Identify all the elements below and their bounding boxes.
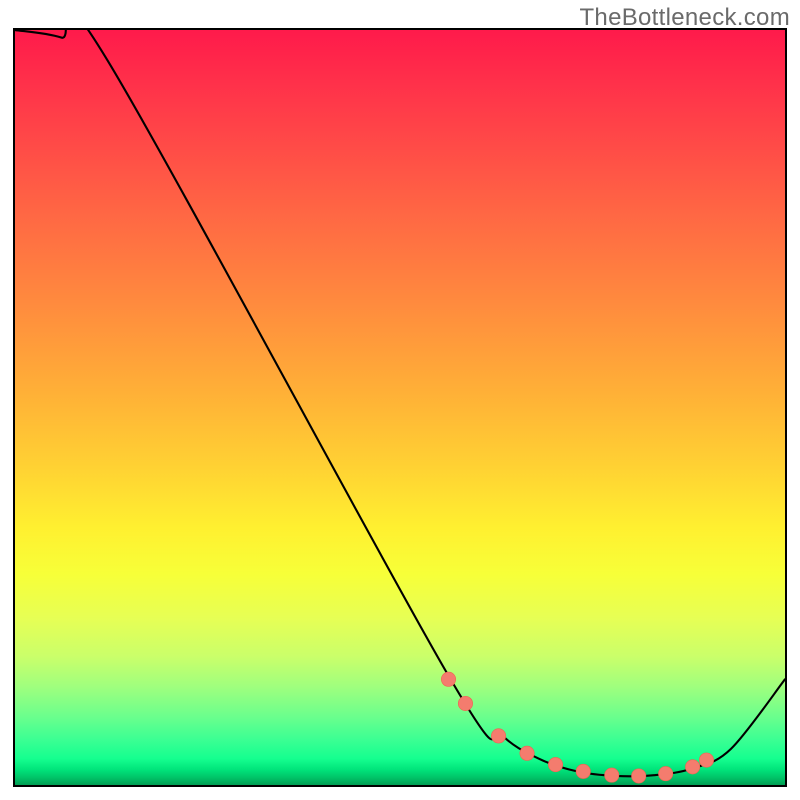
curve-marker (491, 729, 505, 743)
curve-marker (632, 769, 646, 783)
curve-marker (520, 746, 534, 760)
curve-marker (605, 768, 619, 782)
curve-marker (685, 760, 699, 774)
marker-group (441, 672, 713, 783)
bottleneck-curve (15, 30, 785, 776)
plot-area (13, 28, 787, 787)
curve-marker (458, 696, 472, 710)
curve-layer (15, 30, 785, 785)
chart-frame: TheBottleneck.com (0, 0, 800, 800)
curve-marker (441, 672, 455, 686)
curve-marker (658, 766, 672, 780)
watermark-label: TheBottleneck.com (579, 4, 790, 32)
curve-marker (699, 753, 713, 767)
curve-marker (576, 764, 590, 778)
curve-marker (548, 757, 562, 771)
